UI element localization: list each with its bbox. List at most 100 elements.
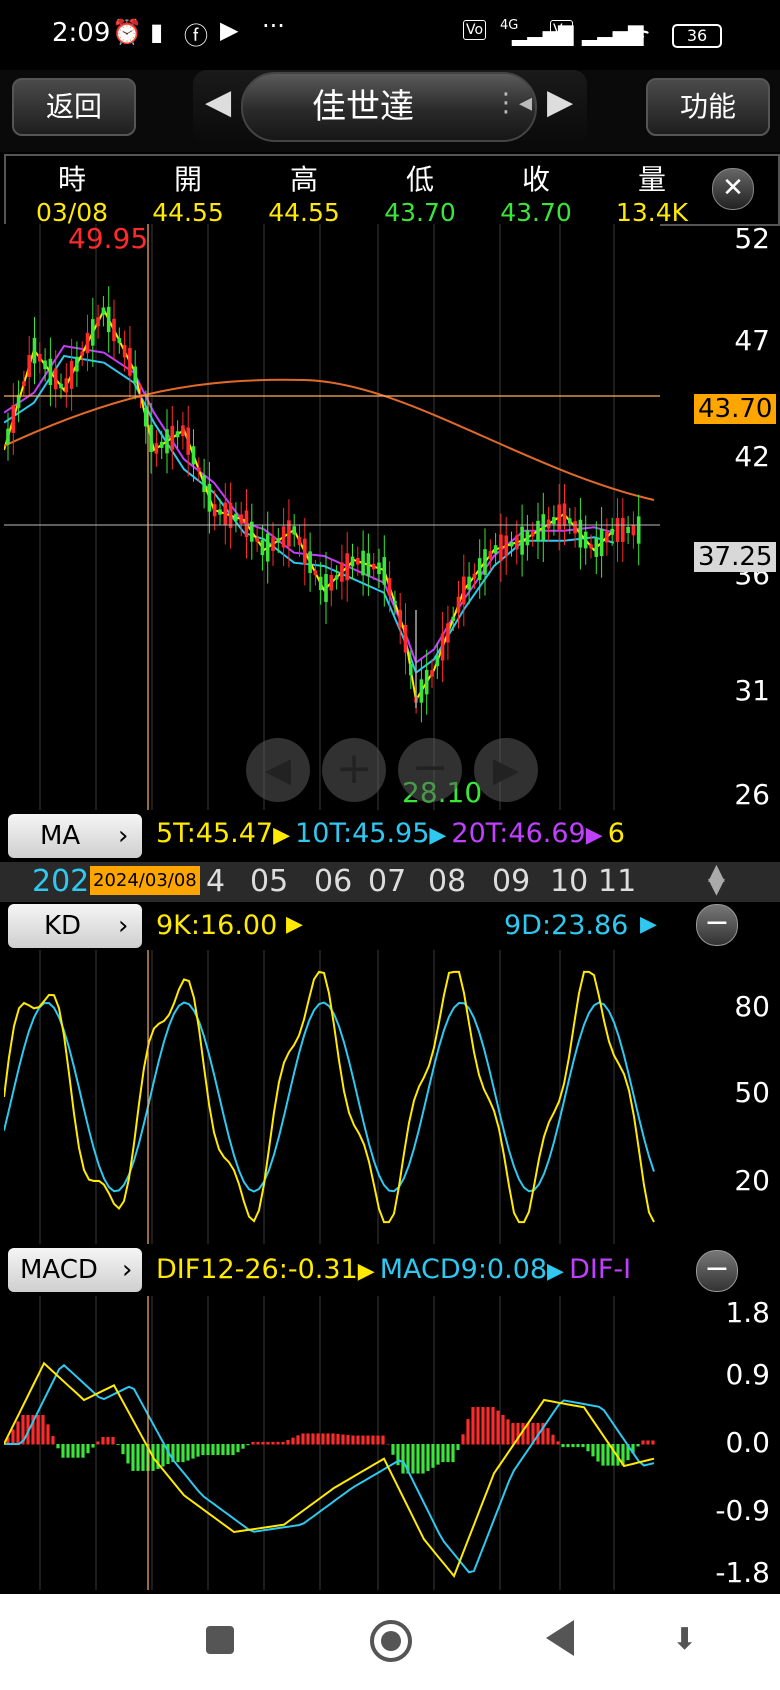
macd-osc-bar bbox=[16, 1421, 20, 1445]
candle-body bbox=[515, 535, 519, 550]
candle-body bbox=[165, 429, 169, 454]
macd-osc-bar bbox=[376, 1435, 380, 1445]
candle-body bbox=[340, 562, 344, 582]
price-y-label: 47 bbox=[734, 324, 770, 357]
right-arrow-icon[interactable]: ▶ bbox=[474, 738, 538, 802]
macd-button[interactable]: MACD › bbox=[8, 1248, 142, 1292]
macd-legend-osc: DIF-I bbox=[569, 1254, 632, 1285]
ma-legend-60t: 6 bbox=[607, 818, 625, 849]
function-button[interactable]: 功能 bbox=[646, 78, 770, 136]
prev-stock-icon[interactable]: ◀ bbox=[205, 82, 231, 122]
back-button[interactable]: 返回 bbox=[12, 78, 136, 136]
candle-body bbox=[27, 355, 31, 377]
macd-osc-bar bbox=[186, 1444, 190, 1461]
candle-body bbox=[223, 502, 228, 526]
macd-osc-bar bbox=[491, 1407, 495, 1445]
candle-body bbox=[568, 518, 572, 524]
candle-body bbox=[334, 575, 339, 580]
more-notifications-icon: ··· bbox=[262, 12, 285, 40]
candle-body bbox=[403, 624, 408, 653]
resize-handle-icon[interactable]: ▲ ▼ bbox=[708, 862, 725, 898]
candle-body bbox=[382, 557, 387, 585]
chevron-right-icon: › bbox=[118, 821, 129, 851]
candle-body bbox=[101, 307, 106, 315]
macd-y-label: 0.9 bbox=[725, 1358, 770, 1391]
volte-icon: Vo bbox=[463, 20, 487, 40]
macd-osc-bar bbox=[486, 1407, 490, 1445]
ma-legend-10t: 10T:45.95 bbox=[295, 818, 430, 849]
stock-switch-icon[interactable]: ⋮◂ bbox=[493, 88, 532, 118]
candle-body bbox=[578, 519, 583, 548]
ma60-line bbox=[4, 378, 655, 501]
candle-body bbox=[244, 510, 249, 538]
macd-osc-bar bbox=[116, 1444, 120, 1445]
macd-osc-bar bbox=[51, 1436, 55, 1445]
macd-osc-bar bbox=[391, 1444, 395, 1455]
selected-date-tag: 2024/03/08 bbox=[90, 866, 200, 895]
macd-osc-bar bbox=[131, 1444, 135, 1471]
ma-legend-5t: 5T:45.47 bbox=[156, 818, 274, 849]
candle-body bbox=[234, 513, 238, 521]
header-label: 高 bbox=[289, 163, 318, 196]
macd-osc-bar bbox=[71, 1444, 75, 1458]
candle-body bbox=[419, 679, 424, 703]
candle-body bbox=[48, 358, 53, 386]
macd-osc-bar bbox=[211, 1444, 215, 1456]
candle-body bbox=[122, 344, 127, 358]
candle-body bbox=[583, 531, 588, 549]
macd-osc-bar bbox=[456, 1444, 460, 1450]
month-label: 06 bbox=[314, 864, 353, 899]
macd-osc-bar bbox=[41, 1414, 45, 1445]
candle-body bbox=[43, 360, 47, 370]
zoom-in-icon[interactable]: + bbox=[322, 738, 386, 802]
macd-chart[interactable] bbox=[4, 1296, 660, 1590]
candle-body bbox=[159, 441, 164, 448]
price-chart[interactable]: 49.95 28.10 ◀ + − ▶ bbox=[4, 222, 660, 810]
collapse-kd-icon[interactable]: − bbox=[696, 904, 738, 946]
time-axis-year: 202 bbox=[32, 864, 90, 899]
back-icon[interactable] bbox=[546, 1620, 574, 1656]
left-arrow-icon[interactable]: ◀ bbox=[246, 738, 310, 802]
macd-osc-bar bbox=[431, 1444, 435, 1468]
stock-selector[interactable]: 佳世達 ⋮◂ bbox=[241, 72, 537, 142]
macd-osc-bar bbox=[136, 1444, 140, 1471]
candle-body bbox=[112, 318, 116, 342]
macd-osc-bar bbox=[346, 1435, 350, 1445]
facebook-icon: ⓕ bbox=[184, 22, 208, 50]
kd-chart[interactable] bbox=[4, 950, 660, 1244]
notification-pull-icon[interactable]: ⬇ bbox=[672, 1622, 697, 1657]
candle-body bbox=[366, 553, 371, 577]
home-icon[interactable] bbox=[370, 1620, 412, 1662]
kd-y-label: 20 bbox=[734, 1164, 770, 1197]
candle-body bbox=[520, 526, 524, 555]
ma-button[interactable]: MA › bbox=[8, 814, 142, 858]
macd-osc-bar bbox=[361, 1435, 365, 1445]
macd-osc-bar bbox=[646, 1440, 650, 1445]
month-label: 10 bbox=[550, 864, 589, 899]
recent-apps-icon[interactable] bbox=[206, 1626, 234, 1654]
ma-arrow-icon: ▶ bbox=[273, 823, 291, 848]
candle-body bbox=[80, 351, 84, 356]
zoom-out-icon[interactable]: − bbox=[398, 738, 462, 802]
macd-arrow-icon: ▶ bbox=[357, 1259, 375, 1284]
macd-osc-bar bbox=[651, 1440, 655, 1445]
kd-button[interactable]: KD › bbox=[8, 904, 142, 948]
candle-body bbox=[525, 530, 530, 546]
candle-body bbox=[313, 570, 318, 576]
next-stock-icon[interactable]: ▶ bbox=[547, 82, 573, 122]
price-chart-svg bbox=[4, 224, 660, 810]
candle-body bbox=[446, 623, 450, 643]
macd-osc-bar bbox=[461, 1434, 465, 1445]
time-axis[interactable]: 202 2024/03/08 4 05 06 07 08 09 10 11 ▲ ▼ bbox=[0, 862, 780, 902]
collapse-macd-icon[interactable]: − bbox=[696, 1250, 738, 1292]
close-icon[interactable]: ✕ bbox=[712, 168, 754, 210]
candle-body bbox=[128, 347, 132, 376]
macd-osc-bar bbox=[561, 1444, 565, 1448]
macd-osc-bar bbox=[191, 1444, 195, 1459]
candle-body bbox=[350, 556, 355, 567]
candle-body bbox=[499, 534, 503, 561]
header-col-time: 時 03/08 bbox=[14, 158, 130, 227]
status-bar: 2:09 ⏰ ▮ ⓕ ▶ ··· Vo 4G ▂▃▅▇ Vo ▂▃▅▇ ᯤ 36 bbox=[0, 0, 780, 70]
candle-body bbox=[197, 467, 201, 472]
macd-osc-bar bbox=[291, 1437, 295, 1445]
